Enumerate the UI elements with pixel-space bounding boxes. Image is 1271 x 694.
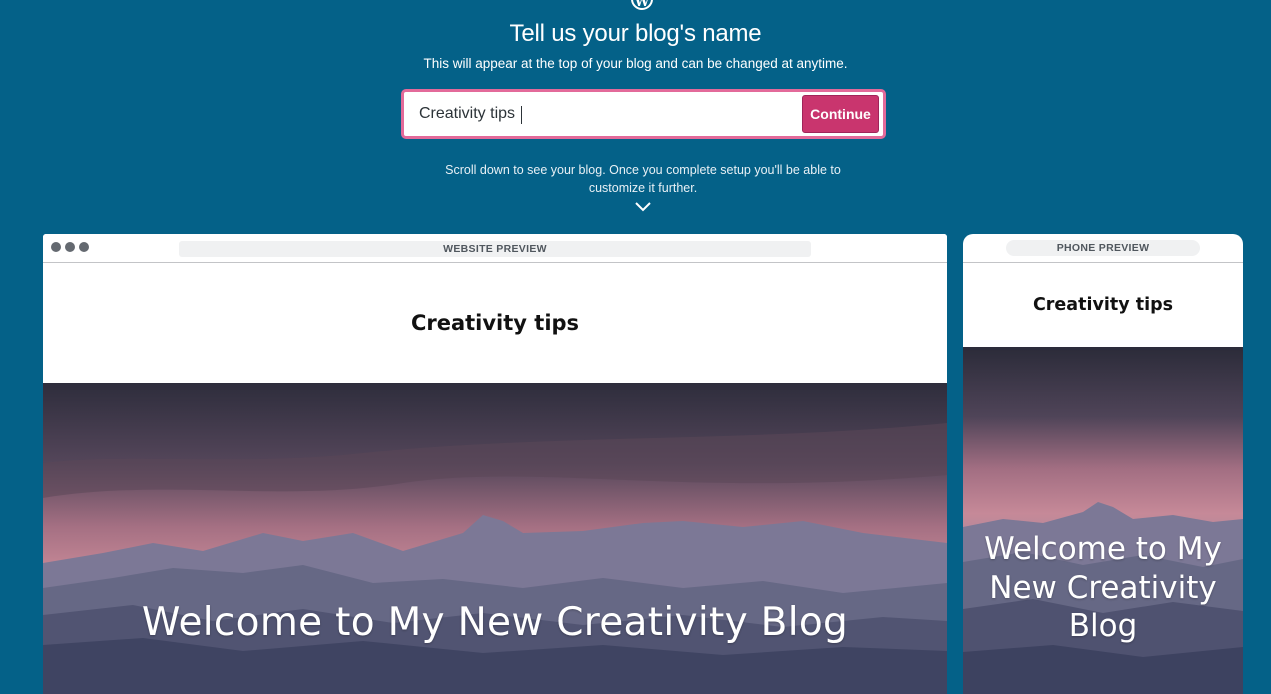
page-title: Tell us your blog's name xyxy=(509,20,762,47)
hero-image xyxy=(43,383,947,694)
blog-name-form: Continue xyxy=(401,89,886,139)
text-cursor xyxy=(521,106,522,124)
phone-site-title: Creativity tips xyxy=(1032,295,1174,315)
window-dot-icon xyxy=(65,242,75,252)
phone-preview: PHONE PREVIEW Creativity tips Welcome to… xyxy=(963,234,1243,694)
continue-button[interactable]: Continue xyxy=(802,95,879,133)
phone-hero-heading: Welcome to My New Creativity Blog xyxy=(984,531,1222,644)
scroll-hint: Scroll down to see your blog. Once you c… xyxy=(445,163,841,195)
website-preview-label: WEBSITE PREVIEW xyxy=(179,241,811,257)
website-preview: WEBSITE PREVIEW Creativity tips Welcome … xyxy=(43,234,947,694)
hero-heading: Welcome to My New Creativity Blog xyxy=(141,600,849,645)
mountain-landscape-image xyxy=(43,383,947,694)
window-dot-icon xyxy=(79,242,89,252)
chevron-down-icon[interactable] xyxy=(634,199,652,213)
phone-preview-label: PHONE PREVIEW xyxy=(1006,240,1200,256)
wordpress-logo-icon: W xyxy=(631,0,653,10)
page-subtitle: This will appear at the top of your blog… xyxy=(423,56,848,71)
phone-toolbar: PHONE PREVIEW xyxy=(963,234,1243,263)
blog-name-input[interactable] xyxy=(419,92,789,136)
window-dot-icon xyxy=(51,242,61,252)
site-title: Creativity tips xyxy=(410,311,580,335)
browser-toolbar: WEBSITE PREVIEW xyxy=(43,234,947,263)
